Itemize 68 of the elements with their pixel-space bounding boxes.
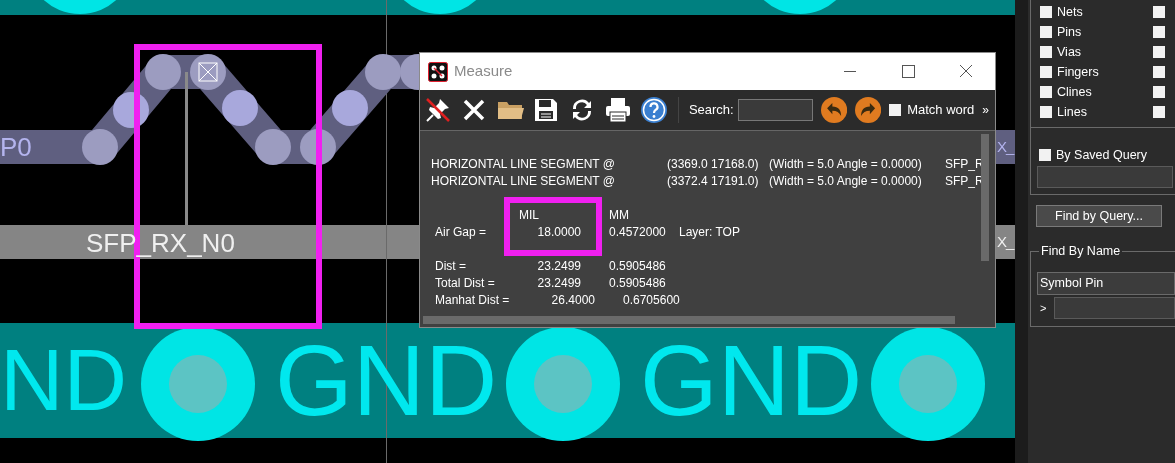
output-text: 18.0000 bbox=[536, 224, 581, 241]
checkbox[interactable] bbox=[1153, 86, 1165, 98]
pin-icon[interactable] bbox=[424, 96, 452, 124]
back-icon[interactable] bbox=[820, 95, 847, 125]
trace-label: P0 bbox=[0, 132, 32, 162]
panel-splitter[interactable] bbox=[1015, 0, 1028, 463]
output-text: 0.6705600 bbox=[623, 292, 680, 309]
unit-header: MIL bbox=[519, 207, 540, 224]
save-icon[interactable] bbox=[532, 96, 560, 124]
output-text: Manhat Dist = bbox=[435, 292, 511, 309]
output-text: Layer: TOP bbox=[679, 224, 740, 241]
group-title: Find By Name bbox=[1039, 243, 1123, 259]
checkbox[interactable] bbox=[1039, 149, 1051, 161]
checkbox[interactable] bbox=[1153, 106, 1165, 118]
checkbox-label: Fingers bbox=[1057, 63, 1099, 81]
checkbox-label: By Saved Query bbox=[1056, 146, 1147, 164]
window-title: Measure bbox=[454, 61, 513, 82]
app-icon bbox=[428, 61, 448, 82]
unit-header: MM bbox=[609, 207, 629, 224]
match-word-label: Match word bbox=[907, 101, 975, 120]
forward-icon[interactable] bbox=[854, 95, 882, 125]
name-field[interactable] bbox=[1054, 297, 1175, 319]
output-text: (Width = 5.0 Angle = 0.0000) bbox=[769, 156, 923, 173]
output-text: Air Gap = bbox=[435, 224, 488, 241]
checkbox-label: Nets bbox=[1057, 3, 1083, 21]
net-label: GND bbox=[640, 330, 863, 430]
match-word-checkbox[interactable] bbox=[889, 104, 902, 116]
output-text: 0.5905486 bbox=[609, 275, 666, 292]
output-text: (3369.0 17168.0) bbox=[667, 156, 760, 173]
output-text: Total Dist = bbox=[435, 275, 496, 292]
scrollbar[interactable] bbox=[981, 134, 989, 261]
checkbox-label: Vias bbox=[1057, 43, 1082, 61]
type-dropdown[interactable]: Symbol Pin bbox=[1037, 272, 1175, 295]
find-by-query-button[interactable]: Find by Query... bbox=[1036, 205, 1162, 227]
saved-query-field[interactable] bbox=[1037, 166, 1173, 188]
checkbox[interactable] bbox=[1040, 86, 1052, 98]
checkbox[interactable] bbox=[1153, 26, 1165, 38]
output-text: (3372.4 17191.0) bbox=[667, 173, 760, 190]
output-text: (Width = 5.0 Angle = 0.0000) bbox=[769, 173, 923, 190]
scrollbar[interactable] bbox=[423, 316, 955, 324]
output-text: HORIZONTAL LINE SEGMENT @ bbox=[431, 156, 616, 173]
checkbox[interactable] bbox=[1153, 66, 1165, 78]
output-text: 0.4572000 bbox=[609, 224, 667, 241]
checkbox[interactable] bbox=[1153, 6, 1165, 18]
help-icon[interactable] bbox=[640, 96, 668, 124]
checkbox-label: Lines bbox=[1057, 103, 1087, 121]
checkbox-label: Clines bbox=[1057, 83, 1092, 101]
net-label: ND bbox=[0, 336, 128, 424]
output-text: 23.2499 bbox=[536, 275, 581, 292]
prompt-symbol: > bbox=[1039, 300, 1047, 316]
search-label: Search: bbox=[688, 101, 734, 120]
checkbox[interactable] bbox=[1040, 46, 1052, 58]
trace-label: X_ bbox=[997, 138, 1014, 156]
checkbox[interactable] bbox=[1153, 46, 1165, 58]
printer-icon[interactable] bbox=[604, 96, 632, 124]
output-text: HORIZONTAL LINE SEGMENT @ bbox=[431, 173, 616, 190]
output-text: Dist = bbox=[435, 258, 467, 275]
net-label: X_ bbox=[997, 233, 1014, 251]
checkbox[interactable] bbox=[1040, 66, 1052, 78]
checkbox[interactable] bbox=[1040, 6, 1052, 18]
output-text: 26.4000 bbox=[550, 292, 595, 309]
checkbox[interactable] bbox=[1040, 106, 1052, 118]
checkbox-label: Pins bbox=[1057, 23, 1082, 41]
output-text: 0.5905486 bbox=[609, 258, 666, 275]
overflow-chevron[interactable]: » bbox=[982, 101, 989, 119]
checkbox[interactable] bbox=[1040, 26, 1052, 38]
output-text: 23.2499 bbox=[536, 258, 581, 275]
search-field[interactable] bbox=[737, 99, 813, 121]
